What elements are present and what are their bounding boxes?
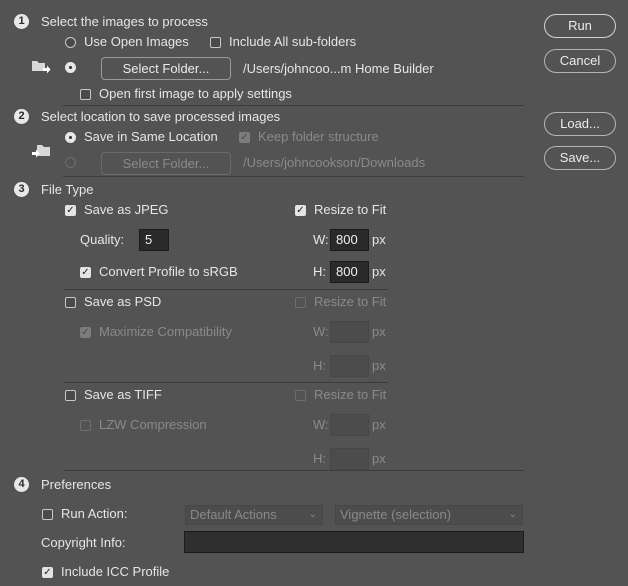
save-as-psd-checkbox[interactable] [65,297,76,308]
folder-arrow-icon [32,61,51,74]
save-as-tiff-label[interactable]: Save as TIFF [84,387,162,403]
load-button[interactable]: Load... [544,112,616,136]
select-dest-folder-button[interactable]: Select Folder... [101,152,231,175]
tiff-height-input[interactable] [330,448,369,470]
source-folder-path: /Users/johncoo...m Home Builder [243,61,434,76]
select-folder-radio[interactable] [65,62,76,73]
tiff-h-unit: px [372,451,386,466]
save-settings-button[interactable]: Save... [544,146,616,170]
psd-h-label: H: [313,358,326,373]
section-4-title: Preferences [41,477,112,492]
psd-h-unit: px [372,358,386,373]
action-set-value: Default Actions [190,507,277,522]
save-as-tiff-checkbox[interactable] [65,390,76,401]
run-action-label[interactable]: Run Action: [61,506,128,522]
copyright-input[interactable] [184,531,524,553]
lzw-compression-label[interactable]: LZW Compression [99,417,207,433]
jpeg-resize-checkbox[interactable]: ✓ [295,205,306,216]
tiff-w-label: W: [313,417,329,432]
tiff-h-label: H: [313,451,326,466]
tiff-resize-checkbox[interactable] [295,390,306,401]
lzw-compression-checkbox[interactable] [80,420,91,431]
psd-resize-checkbox[interactable] [295,297,306,308]
step-4-badge: 4 [14,477,29,492]
psd-resize-label[interactable]: Resize to Fit [314,294,386,310]
cancel-button[interactable]: Cancel [544,49,616,73]
step-2-badge: 2 [14,109,29,124]
action-select[interactable]: Vignette (selection) ⌄ [335,505,523,525]
psd-w-unit: px [372,324,386,339]
psd-w-label: W: [313,324,329,339]
include-subfolders-checkbox[interactable] [210,37,221,48]
jpeg-resize-label[interactable]: Resize to Fit [314,202,386,218]
jpeg-height-input[interactable]: 800 [330,261,369,283]
copyright-label: Copyright Info: [41,535,126,550]
separator [63,470,524,471]
dest-folder-path: /Users/johncookson/Downloads [243,155,426,170]
select-dest-folder-radio[interactable] [65,157,76,168]
open-first-image-checkbox[interactable] [80,89,91,100]
tiff-w-unit: px [372,417,386,432]
separator [63,176,524,177]
save-as-jpeg-label[interactable]: Save as JPEG [84,202,169,218]
section-2-title: Select location to save processed images [41,109,281,124]
save-same-location-radio[interactable] [65,132,76,143]
open-first-image-label[interactable]: Open first image to apply settings [99,86,292,102]
keep-folder-structure-label[interactable]: Keep folder structure [258,129,379,145]
psd-height-input[interactable] [330,355,369,377]
maximize-compat-label[interactable]: Maximize Compatibility [99,324,232,340]
convert-srgb-label[interactable]: Convert Profile to sRGB [99,264,238,280]
include-icc-checkbox[interactable]: ✓ [42,567,53,578]
step-1-badge: 1 [14,14,29,29]
convert-srgb-checkbox[interactable]: ✓ [80,267,91,278]
jpeg-width-input[interactable]: 800 [330,229,369,251]
separator [63,382,388,383]
jpeg-w-label: W: [313,232,329,247]
save-same-location-label[interactable]: Save in Same Location [84,129,218,145]
keep-folder-structure-checkbox[interactable]: ✓ [239,132,250,143]
jpeg-quality-label: Quality: [80,232,125,247]
step-3-badge: 3 [14,182,29,197]
action-set-select[interactable]: Default Actions ⌄ [185,505,323,525]
select-source-folder-button[interactable]: Select Folder... [101,57,231,80]
save-as-jpeg-checkbox[interactable]: ✓ [65,205,76,216]
include-icc-label[interactable]: Include ICC Profile [61,564,169,580]
separator [63,289,388,290]
folder-arrow-in-icon [32,145,50,158]
use-open-images-radio[interactable] [65,37,76,48]
chevron-down-icon: ⌄ [508,509,517,520]
include-subfolders-label[interactable]: Include All sub-folders [229,34,356,50]
run-action-checkbox[interactable] [42,509,53,520]
use-open-images-label[interactable]: Use Open Images [84,34,189,50]
jpeg-w-unit: px [372,232,386,247]
chevron-down-icon: ⌄ [308,509,317,520]
section-3-title: File Type [41,182,94,197]
jpeg-h-unit: px [372,264,386,279]
run-button[interactable]: Run [544,14,616,38]
jpeg-h-label: H: [313,264,326,279]
section-1-title: Select the images to process [41,14,208,29]
tiff-width-input[interactable] [330,414,369,436]
tiff-resize-label[interactable]: Resize to Fit [314,387,386,403]
separator [63,105,524,106]
psd-width-input[interactable] [330,321,369,343]
jpeg-quality-input[interactable]: 5 [139,229,169,251]
save-as-psd-label[interactable]: Save as PSD [84,294,161,310]
action-value: Vignette (selection) [340,507,452,522]
maximize-compat-checkbox[interactable]: ✓ [80,327,91,338]
